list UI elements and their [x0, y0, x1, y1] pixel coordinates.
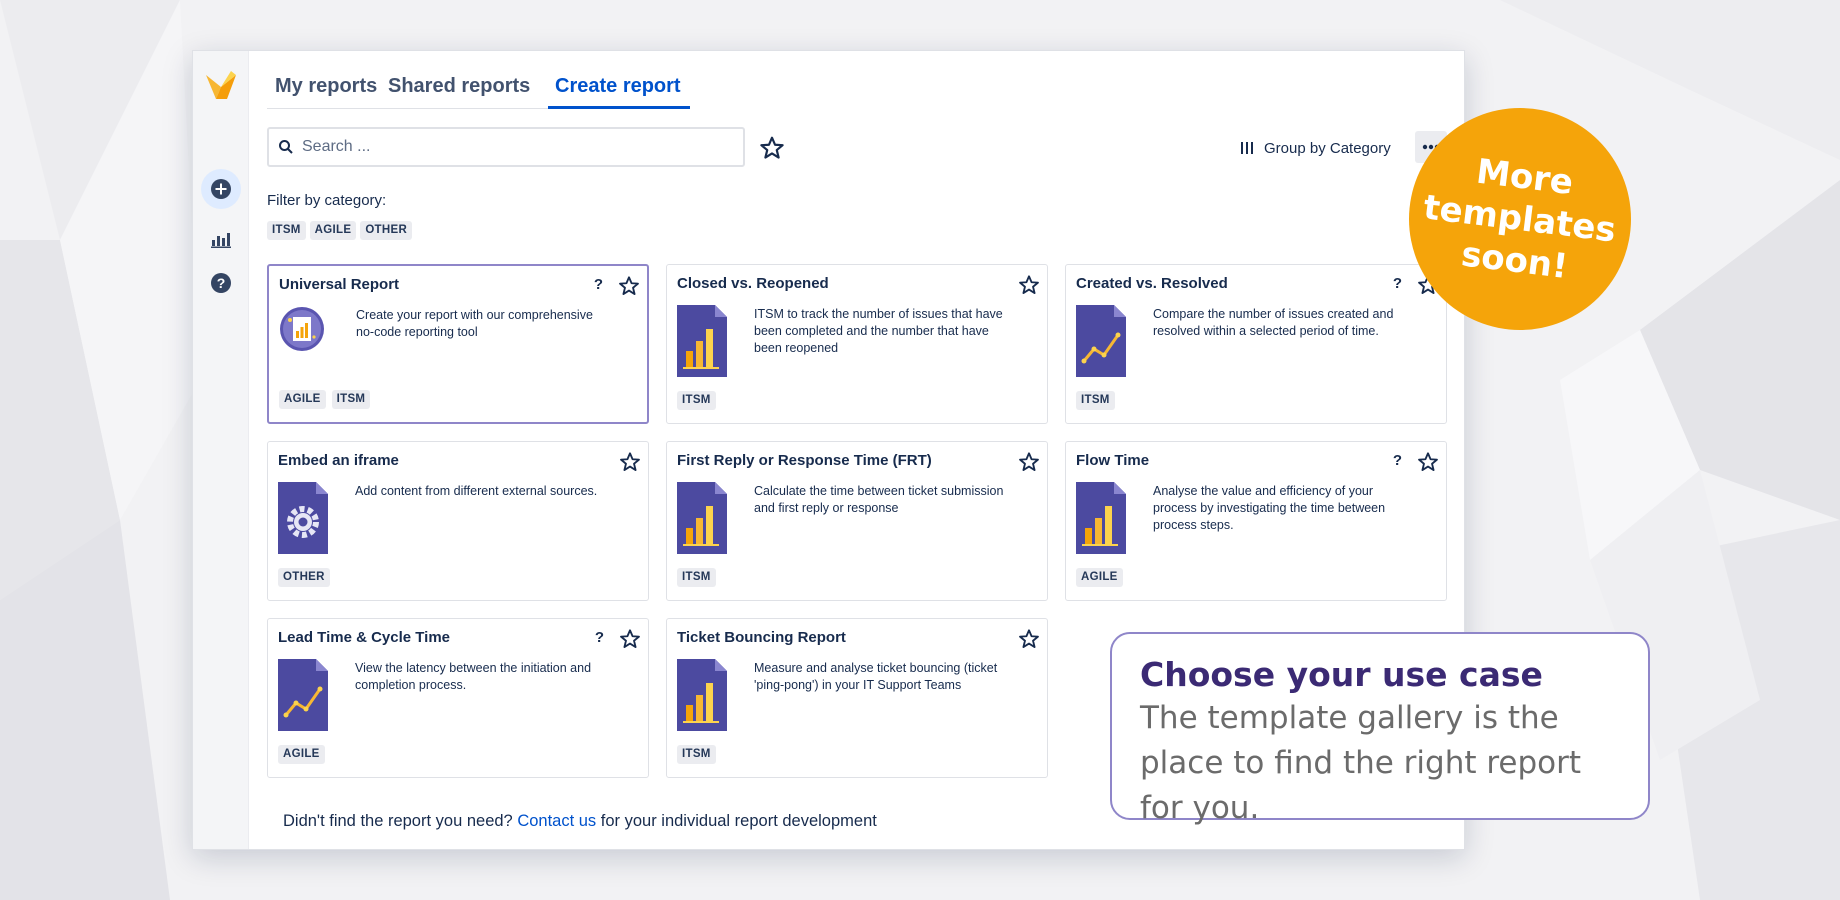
favorite-star-icon[interactable]	[619, 628, 641, 650]
template-card-lead-cycle-time[interactable]: Lead Time & Cycle Time ? View the latenc…	[267, 618, 649, 778]
footer-contact-text: Didn't find the report you need? Contact…	[283, 812, 877, 831]
card-help-icon[interactable]: ?	[595, 629, 604, 646]
callout-body: The template gallery is the place to fin…	[1140, 700, 1582, 826]
search-box	[267, 127, 745, 167]
callout-title: Choose your use case	[1140, 655, 1543, 694]
bar-chart-doc-icon	[677, 659, 727, 731]
active-tab-indicator	[548, 106, 690, 109]
favorite-star-icon[interactable]	[618, 275, 640, 297]
card-help-icon[interactable]: ?	[1393, 452, 1402, 469]
line-chart-doc-icon	[1076, 305, 1126, 377]
card-tag: AGILE	[279, 390, 326, 409]
favorite-star-icon[interactable]	[619, 451, 641, 473]
favorite-star-icon[interactable]	[1018, 451, 1040, 473]
card-description: Analyse the value and efficiency of your…	[1153, 484, 1386, 532]
card-tag: AGILE	[1076, 568, 1123, 587]
group-by-category-button[interactable]: Group by Category	[1240, 135, 1391, 161]
template-card-embed-iframe[interactable]: Embed an iframe Add content from differe…	[267, 441, 649, 601]
filter-tag-other[interactable]: OTHER	[360, 221, 413, 240]
card-tag: OTHER	[278, 568, 330, 587]
card-title: Ticket Bouncing Report	[677, 629, 846, 646]
search-icon	[279, 140, 293, 154]
card-title: Lead Time & Cycle Time	[278, 629, 451, 646]
tab-create-report[interactable]: Create report	[555, 63, 681, 109]
template-card-ticket-bouncing[interactable]: Ticket Bouncing Report Measure and analy…	[666, 618, 1048, 778]
help-nav-button[interactable]: ?	[201, 263, 241, 303]
template-card-first-reply-time[interactable]: First Reply or Response Time (FRT) Calcu…	[666, 441, 1048, 601]
badge-text: More templates soon!	[1416, 145, 1623, 294]
card-tags: ITSM	[677, 745, 716, 764]
line-chart-doc-icon	[278, 659, 328, 731]
favorite-star-icon[interactable]	[1417, 451, 1439, 473]
use-case-callout: Choose your use case The template galler…	[1110, 632, 1650, 826]
card-tags: ITSM	[677, 391, 716, 410]
card-tags: AGILE	[278, 745, 325, 764]
card-tags: ITSM	[677, 568, 716, 587]
card-tags: OTHER	[278, 568, 330, 587]
footer-suffix: for your individual report development	[596, 812, 877, 830]
template-card-flow-time[interactable]: Flow Time ? Analyse the value and effici…	[1065, 441, 1447, 601]
card-tag: ITSM	[1076, 391, 1115, 410]
card-tags: AGILE ITSM	[279, 390, 371, 409]
favorite-star-icon[interactable]	[1018, 274, 1040, 296]
card-description: ITSM to track the number of issues that …	[754, 307, 1003, 355]
plus-circle-icon	[211, 179, 231, 199]
group-by-label: Group by Category	[1264, 139, 1391, 157]
card-description: Compare the number of issues created and…	[1153, 307, 1394, 338]
card-description: View the latency between the initiation …	[355, 661, 592, 692]
universal-report-icon	[280, 307, 324, 351]
card-tag: ITSM	[677, 391, 716, 410]
more-templates-badge: More templates soon!	[1409, 108, 1631, 330]
category-filter-tags: ITSM AGILE OTHER	[267, 221, 413, 240]
filter-tag-itsm[interactable]: ITSM	[267, 221, 306, 240]
columns-icon	[1241, 142, 1253, 154]
filter-tag-agile[interactable]: AGILE	[309, 221, 357, 240]
footer-prefix: Didn't find the report you need?	[283, 812, 518, 830]
contact-us-link[interactable]: Contact us	[517, 812, 596, 830]
help-circle-icon: ?	[211, 273, 231, 293]
favorite-star-icon[interactable]	[1018, 628, 1040, 650]
template-card-created-vs-resolved[interactable]: Created vs. Resolved ? Compare the numbe…	[1065, 264, 1447, 424]
card-help-icon[interactable]: ?	[1393, 275, 1402, 292]
card-description: Measure and analyse ticket bouncing (tic…	[754, 661, 998, 692]
card-description: Create your report with our comprehensiv…	[356, 308, 593, 339]
card-tags: AGILE	[1076, 568, 1123, 587]
sidebar: ?	[193, 51, 249, 849]
bar-chart-doc-icon	[677, 482, 727, 554]
create-report-nav-button[interactable]	[201, 169, 241, 209]
report-tabs: My reports Shared reports Create report	[267, 63, 687, 109]
favorites-filter-star-icon[interactable]	[759, 135, 785, 161]
card-tag: ITSM	[331, 390, 371, 409]
card-help-icon[interactable]: ?	[594, 276, 603, 293]
template-card-closed-vs-reopened[interactable]: Closed vs. Reopened ITSM to track the nu…	[666, 264, 1048, 424]
svg-text:?: ?	[217, 275, 226, 291]
search-input[interactable]	[302, 138, 722, 156]
card-title: Created vs. Resolved	[1076, 275, 1228, 292]
card-title: Embed an iframe	[278, 452, 399, 469]
card-description: Calculate the time between ticket submis…	[754, 484, 1004, 515]
card-description: Add content from different external sour…	[355, 484, 598, 498]
card-tag: AGILE	[278, 745, 325, 764]
bar-chart-doc-icon	[1076, 482, 1126, 554]
reports-nav-button[interactable]	[201, 219, 241, 259]
bar-chart-icon	[211, 233, 231, 248]
bar-chart-doc-icon	[677, 305, 727, 377]
filter-label: Filter by category:	[267, 192, 387, 209]
card-title: Closed vs. Reopened	[677, 275, 829, 292]
card-title: Universal Report	[279, 276, 400, 293]
app-logo-icon	[206, 71, 236, 99]
tab-shared-reports[interactable]: Shared reports	[388, 63, 530, 109]
card-tag: ITSM	[677, 745, 716, 764]
tab-my-reports[interactable]: My reports	[275, 63, 377, 109]
card-title: Flow Time	[1076, 452, 1150, 469]
card-tags: ITSM	[1076, 391, 1115, 410]
template-card-universal-report[interactable]: Universal Report ? Create your report wi…	[267, 264, 649, 424]
card-title: First Reply or Response Time (FRT)	[677, 452, 932, 469]
gear-doc-icon	[278, 482, 328, 554]
card-tag: ITSM	[677, 568, 716, 587]
